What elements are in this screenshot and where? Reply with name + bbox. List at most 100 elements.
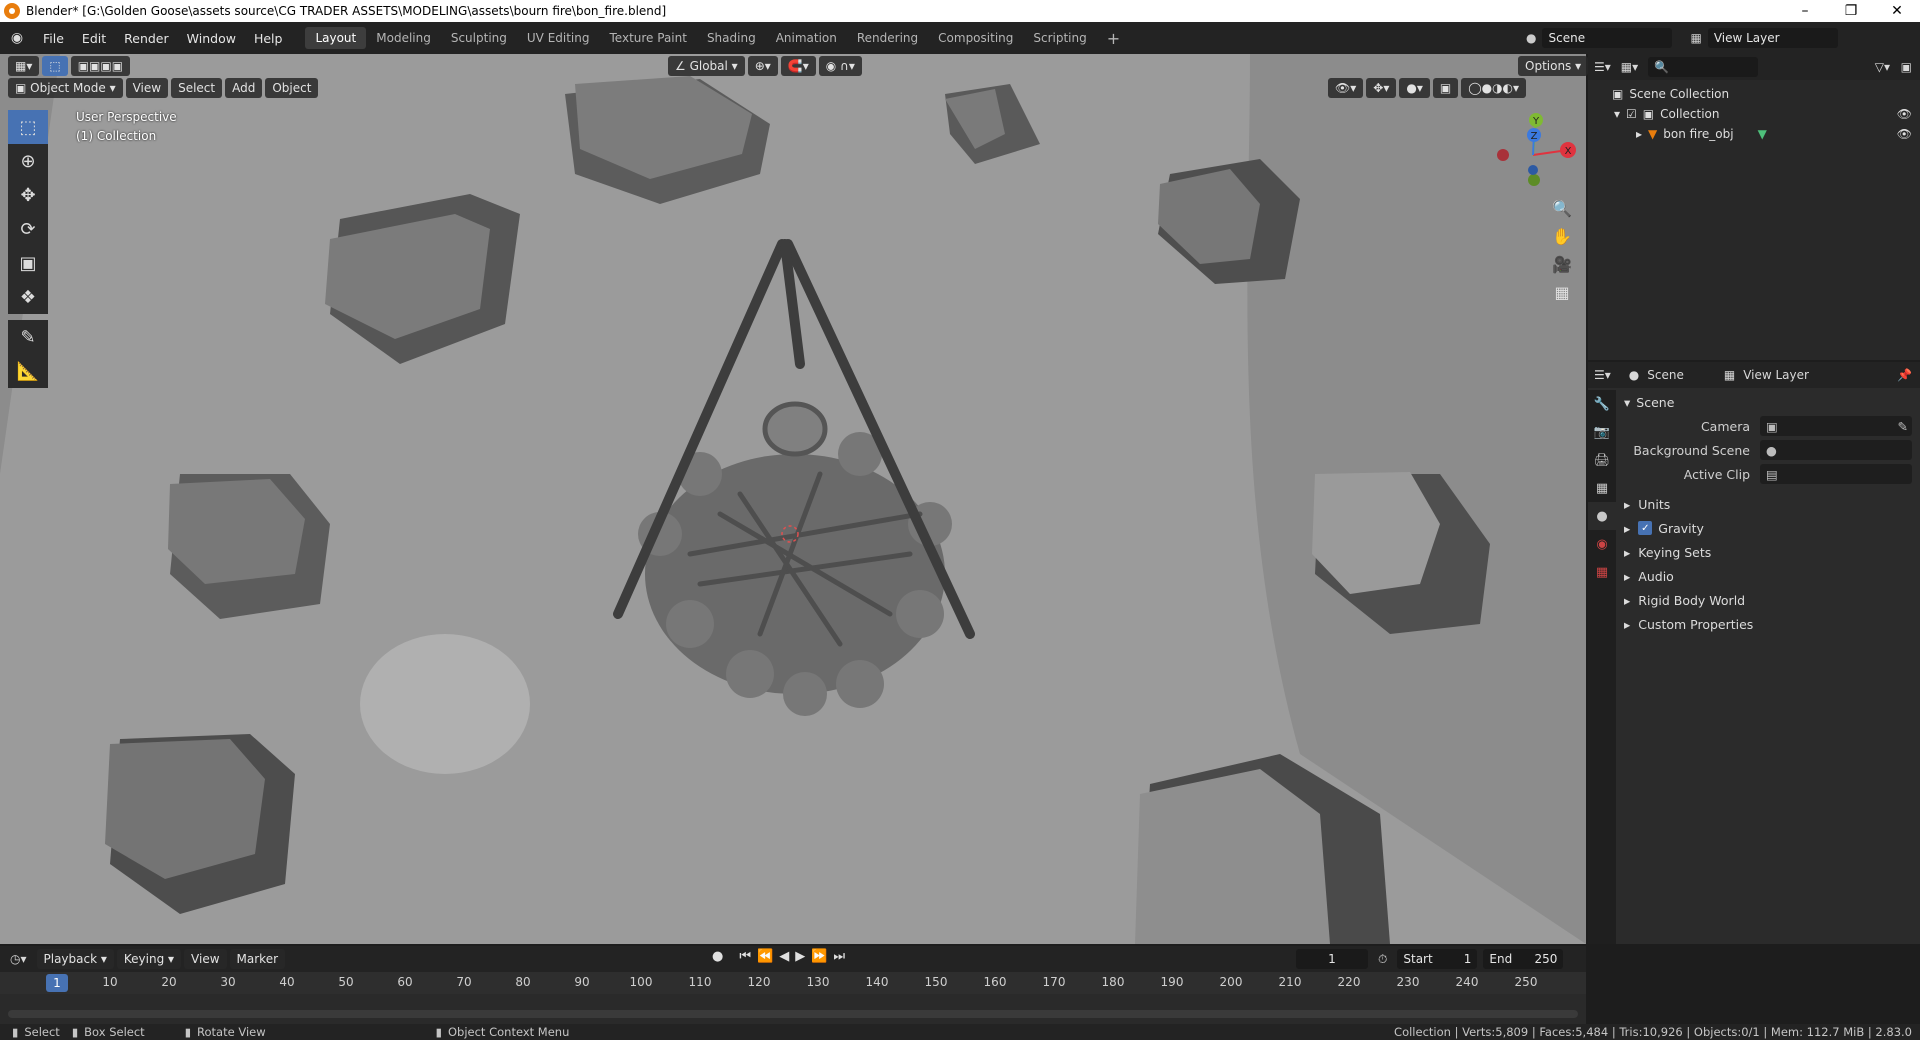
- audio-section[interactable]: ▸ Audio: [1624, 564, 1920, 588]
- 3d-viewport[interactable]: ⬚ ⊕ ✥ ⟳ ▣ ❖ ✎ 📐 User Perspective (1) Col…: [0, 54, 1586, 944]
- background-scene-field[interactable]: ●: [1760, 440, 1912, 460]
- zoom-icon[interactable]: 🔍: [1548, 194, 1576, 222]
- texture-tab-icon[interactable]: ▦: [1588, 558, 1616, 586]
- filter-icon[interactable]: ▽▾: [1875, 60, 1890, 74]
- menu-render[interactable]: Render: [115, 31, 178, 46]
- world-tab-icon[interactable]: ◉: [1588, 530, 1616, 558]
- record-button[interactable]: ●: [712, 949, 723, 964]
- properties-editor-icon[interactable]: ☰▾: [1594, 368, 1611, 382]
- transform-tool[interactable]: ❖: [8, 280, 48, 314]
- menu-object[interactable]: Object: [265, 78, 319, 98]
- eye-icon[interactable]: 👁: [1897, 127, 1912, 141]
- outliner-editor-icon[interactable]: ☰▾: [1594, 60, 1611, 74]
- tab-modeling[interactable]: Modeling: [366, 27, 441, 49]
- menu-playback[interactable]: Playback ▾: [36, 949, 114, 969]
- annotate-tool[interactable]: ✎: [8, 320, 48, 354]
- keying-sets-section[interactable]: ▸ Keying Sets: [1624, 540, 1920, 564]
- active-clip-field[interactable]: ▤: [1760, 464, 1912, 484]
- snap-icon[interactable]: 🧲▾: [780, 56, 816, 76]
- pin-icon[interactable]: 📌: [1897, 368, 1912, 382]
- xray-icon[interactable]: ▣: [1432, 78, 1459, 98]
- options-dropdown[interactable]: Options ▾: [1518, 56, 1589, 76]
- eye-icon[interactable]: 👁: [1897, 107, 1912, 121]
- add-workspace-button[interactable]: +: [1097, 25, 1130, 52]
- mesh-data-icon[interactable]: ▼: [1758, 127, 1767, 141]
- scale-tool[interactable]: ▣: [8, 246, 48, 280]
- jump-start-button[interactable]: ⏮: [739, 949, 751, 964]
- timeline-editor-icon[interactable]: ◷▾: [10, 952, 27, 966]
- minimize-button[interactable]: –: [1782, 0, 1828, 22]
- tab-shading[interactable]: Shading: [697, 27, 766, 49]
- select-mode-icon[interactable]: ⬚: [42, 56, 68, 76]
- menu-edit[interactable]: Edit: [73, 31, 115, 46]
- playhead[interactable]: 1: [46, 974, 68, 992]
- scene-section-header[interactable]: ▾ Scene: [1624, 390, 1920, 414]
- play-reverse-button[interactable]: ◀: [779, 949, 789, 964]
- menu-timeline-view[interactable]: View: [184, 949, 227, 969]
- tab-scripting[interactable]: Scripting: [1023, 27, 1096, 49]
- proportional-edit-icon[interactable]: ◉ ∩▾: [818, 56, 862, 76]
- view-layer-field[interactable]: View Layer: [1707, 28, 1838, 48]
- units-section[interactable]: ▸ Units: [1624, 492, 1920, 516]
- menu-keying[interactable]: Keying ▾: [116, 949, 182, 969]
- checkbox-icon[interactable]: ☑: [1626, 107, 1637, 121]
- output-tab-icon[interactable]: 🖨: [1588, 446, 1616, 474]
- transform-orientation-dropdown[interactable]: ∠ Global ▾: [668, 56, 745, 76]
- tab-sculpting[interactable]: Sculpting: [441, 27, 517, 49]
- menu-add[interactable]: Add: [225, 78, 263, 98]
- render-tab-icon[interactable]: 📷: [1588, 418, 1616, 446]
- tab-rendering[interactable]: Rendering: [847, 27, 928, 49]
- menu-view[interactable]: View: [125, 78, 169, 98]
- select-box-tool[interactable]: ⬚: [8, 110, 48, 144]
- view-layer-tab-icon[interactable]: ▦: [1588, 474, 1616, 502]
- expand-arrow-icon[interactable]: ▸: [1636, 127, 1642, 141]
- tab-compositing[interactable]: Compositing: [928, 27, 1023, 49]
- new-collection-icon[interactable]: ▣: [1901, 60, 1912, 74]
- display-mode-icon[interactable]: ▦▾: [1621, 60, 1638, 74]
- tool-tab-icon[interactable]: 🔧: [1588, 390, 1616, 418]
- gravity-checkbox[interactable]: ✓: [1638, 521, 1653, 535]
- rigid-body-world-section[interactable]: ▸ Rigid Body World: [1624, 588, 1920, 612]
- move-tool[interactable]: ✥: [8, 178, 48, 212]
- camera-view-icon[interactable]: 🎥: [1548, 250, 1576, 278]
- selection-mode-icons[interactable]: ▣▣▣▣: [70, 56, 131, 76]
- ortho-grid-icon[interactable]: ▦: [1548, 278, 1576, 306]
- menu-file[interactable]: File: [34, 31, 73, 46]
- cursor-tool[interactable]: ⊕: [8, 144, 48, 178]
- editor-type-icon[interactable]: ▦▾: [8, 56, 40, 76]
- tab-layout[interactable]: Layout: [305, 27, 367, 49]
- menu-marker[interactable]: Marker: [229, 949, 286, 969]
- play-button[interactable]: ▶: [795, 949, 805, 964]
- rotate-tool[interactable]: ⟳: [8, 212, 48, 246]
- start-frame-field[interactable]: Start 1: [1397, 949, 1478, 969]
- end-frame-field[interactable]: End 250: [1483, 949, 1564, 969]
- blender-menu-icon[interactable]: ◉: [0, 30, 34, 46]
- camera-field[interactable]: ▣ ✎: [1760, 416, 1912, 436]
- gizmo-toggle-icon[interactable]: ✥▾: [1366, 78, 1397, 98]
- scene-tab-icon[interactable]: ●: [1588, 502, 1616, 530]
- overlay-toggle-icon[interactable]: ●▾: [1399, 78, 1430, 98]
- object-mode-dropdown[interactable]: ▣ Object Mode ▾: [8, 78, 123, 98]
- current-frame-field[interactable]: 1: [1296, 949, 1368, 969]
- next-keyframe-button[interactable]: ⏩: [811, 949, 827, 964]
- shading-modes-icon[interactable]: ◯●◑◐▾: [1461, 78, 1527, 98]
- measure-tool[interactable]: 📐: [8, 354, 48, 388]
- visibility-icon[interactable]: 👁▾: [1328, 78, 1364, 98]
- pan-hand-icon[interactable]: ✋: [1548, 222, 1576, 250]
- timeline-ruler[interactable]: 1 10 20 30 40 50 60 70 80 90 100 110 120 130 140 150 16…: [0, 972, 1586, 994]
- expand-arrow-icon[interactable]: ▾: [1614, 107, 1620, 121]
- tab-animation[interactable]: Animation: [766, 27, 847, 49]
- scene-field[interactable]: Scene: [1542, 28, 1673, 48]
- close-button[interactable]: ✕: [1874, 0, 1920, 22]
- menu-select[interactable]: Select: [171, 78, 223, 98]
- tree-row-object[interactable]: ▸ ▼ bon fire_obj ▼ 👁: [1588, 124, 1920, 144]
- gravity-section[interactable]: ▸ ✓ Gravity: [1624, 516, 1920, 540]
- navigation-gizmo[interactable]: X Y Z: [1488, 110, 1578, 200]
- stopwatch-icon[interactable]: ⏱: [1378, 952, 1387, 967]
- prev-keyframe-button[interactable]: ⏪: [757, 949, 773, 964]
- eyedropper-icon[interactable]: ✎: [1898, 419, 1908, 434]
- tree-row-collection[interactable]: ▾ ☑ ▣ Collection 👁: [1588, 104, 1920, 124]
- tree-row-scene-collection[interactable]: ▣ Scene Collection: [1588, 84, 1920, 104]
- jump-end-button[interactable]: ⏭: [833, 949, 845, 964]
- tab-uv-editing[interactable]: UV Editing: [517, 27, 600, 49]
